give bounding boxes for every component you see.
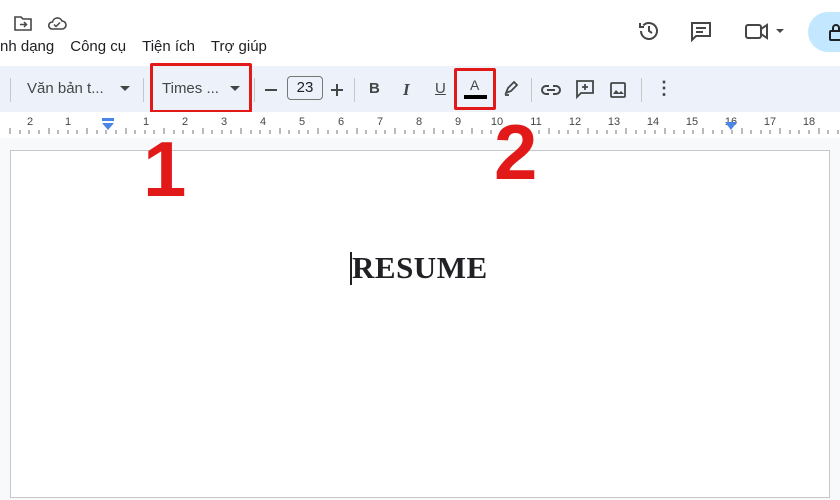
move-to-folder-icon[interactable]: [12, 12, 34, 34]
ruler-label: 7: [376, 116, 384, 128]
italic-button[interactable]: I: [403, 80, 410, 100]
add-comment-icon[interactable]: [573, 77, 597, 101]
cloud-saved-icon[interactable]: [46, 12, 68, 34]
increase-font-size-icon[interactable]: [325, 78, 349, 102]
annotation-box-font: [150, 63, 252, 113]
right-indent-marker[interactable]: [724, 120, 738, 138]
toolbar-divider: [531, 78, 532, 102]
lock-icon: [828, 23, 840, 46]
version-history-icon[interactable]: [636, 18, 662, 44]
annotation-number-2: 2: [494, 108, 538, 196]
style-caret-icon[interactable]: [120, 86, 130, 91]
ruler-label: 3: [220, 116, 228, 128]
annotation-box-text-color: [454, 68, 496, 110]
paragraph-style-dropdown[interactable]: Văn bản t...: [27, 80, 104, 97]
bold-button[interactable]: B: [369, 80, 380, 97]
more-options-icon[interactable]: ⋮: [655, 78, 673, 99]
insert-link-icon[interactable]: [539, 78, 563, 102]
annotation-number-1: 1: [143, 125, 187, 213]
toolbar-divider: [143, 78, 144, 102]
menu-item-extensions[interactable]: Tiện ích: [142, 38, 195, 58]
ruler-label: 2: [26, 116, 34, 128]
font-size-input[interactable]: 23: [287, 76, 323, 100]
highlight-color-icon[interactable]: [499, 76, 523, 100]
comments-icon[interactable]: [688, 18, 714, 44]
ruler-label: 5: [298, 116, 306, 128]
document-page[interactable]: [10, 150, 830, 498]
ruler-label: 4: [259, 116, 267, 128]
ruler-label: 15: [685, 116, 699, 128]
toolbar-divider: [641, 78, 642, 102]
decrease-font-size-icon[interactable]: [259, 78, 283, 102]
menu-bar: nh dạng Công cụ Tiện ích Trợ giúp: [0, 38, 283, 58]
left-indent-marker[interactable]: [101, 118, 115, 137]
document-heading[interactable]: RESUME: [352, 250, 488, 286]
menu-item-help[interactable]: Trợ giúp: [211, 38, 267, 58]
ruler-label: 17: [763, 116, 777, 128]
ruler-label: 12: [568, 116, 582, 128]
ruler-label: 13: [607, 116, 621, 128]
insert-image-icon[interactable]: [606, 78, 630, 102]
menu-item-format[interactable]: nh dạng: [0, 38, 54, 58]
menu-item-tools[interactable]: Công cụ: [70, 38, 126, 58]
ruler[interactable]: 2 1 1 2 3 4 5 6 7 8 9 10 11 12 13 14 15 …: [0, 112, 840, 139]
toolbar-divider: [10, 78, 11, 102]
meet-video-icon[interactable]: [742, 18, 788, 44]
ruler-label: 8: [415, 116, 423, 128]
ruler-label: 14: [646, 116, 660, 128]
ruler-label: 6: [337, 116, 345, 128]
ruler-label: 9: [454, 116, 462, 128]
toolbar-divider: [354, 78, 355, 102]
ruler-label: 1: [64, 116, 72, 128]
share-button[interactable]: [808, 12, 840, 52]
ruler-label: 18: [802, 116, 816, 128]
toolbar-divider: [254, 78, 255, 102]
underline-button[interactable]: U: [435, 80, 446, 97]
